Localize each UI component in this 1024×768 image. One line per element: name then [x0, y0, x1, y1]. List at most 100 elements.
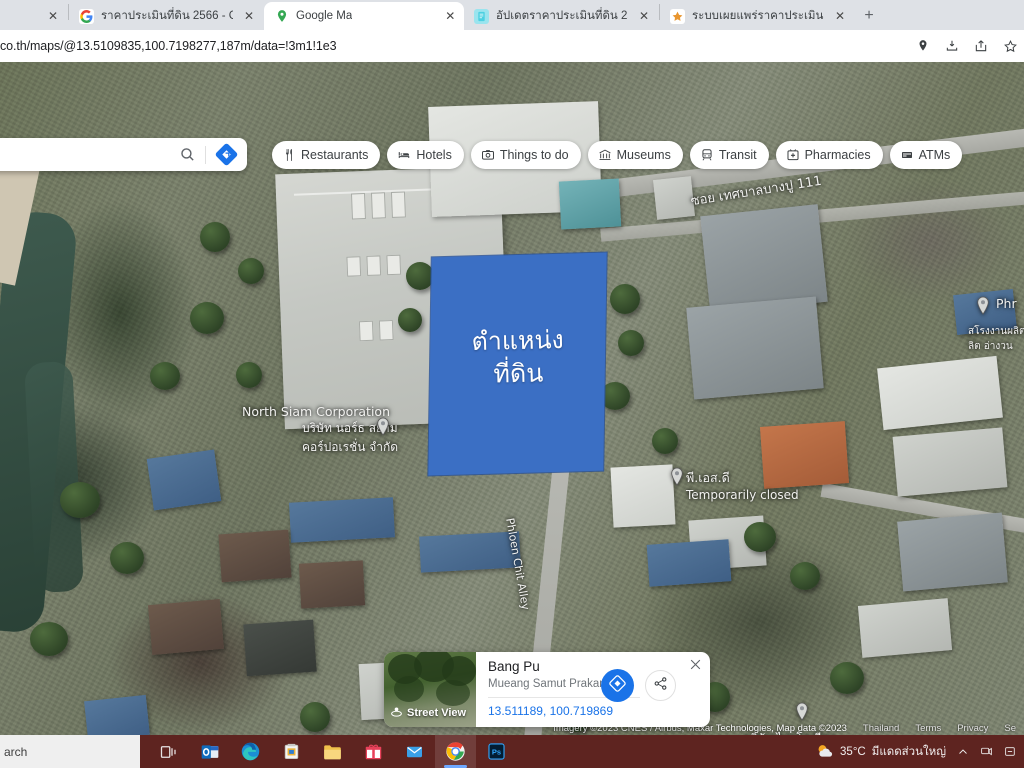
tab-close-icon[interactable]: ✕ [242, 9, 256, 23]
attribution-link-privacy[interactable]: Privacy [957, 723, 988, 734]
browser-tab-title: ราคาประเมินที่ดิน 2566 - Google Se [101, 10, 233, 22]
street-view-icon [390, 705, 403, 721]
browser-tab-3-active[interactable]: Google Maps ✕ [264, 2, 464, 30]
roof-vent [350, 192, 366, 220]
attribution-link-country[interactable]: Thailand [863, 723, 899, 734]
building-blue-roof-right [646, 539, 732, 587]
poi-name: North Siam Corporation [242, 404, 390, 419]
map-pin-icon[interactable] [670, 467, 684, 486]
map-pin-icon[interactable] [976, 296, 990, 315]
taskbar-search-box[interactable]: arch [0, 735, 140, 768]
atm-icon [900, 149, 914, 161]
chip-hotels[interactable]: Hotels [387, 141, 464, 169]
edge-icon[interactable] [230, 735, 271, 768]
browser-tab-title: อัปเดตราคาประเมินที่ดิน 2566 ราคาที่ [496, 10, 628, 22]
chip-pharmacies[interactable]: Pharmacies [775, 141, 883, 169]
tab-close-icon[interactable]: ✕ [445, 9, 456, 23]
thumb-foliage [394, 676, 424, 702]
chip-museums[interactable]: Museums [587, 141, 683, 169]
tree [830, 662, 864, 694]
browser-tab-1[interactable]: ✕ [40, 2, 68, 30]
browser-tab-2[interactable]: ราคาประเมินที่ดิน 2566 - Google Se ✕ [69, 2, 264, 30]
orange-site-icon [670, 8, 685, 24]
browser-tab-strip: ✕ ราคาประเมินที่ดิน 2566 - Google Se ✕ G… [0, 0, 1024, 30]
transit-icon [700, 148, 714, 162]
chip-atms[interactable]: ATMs [889, 141, 963, 169]
poi-status: Temporarily closed [686, 488, 799, 502]
building-blue-roof-left [146, 449, 222, 511]
windows-taskbar: arch Ps 35°C มีแดดส่วนใหญ่ [0, 735, 1024, 768]
chrome-icon[interactable] [435, 735, 476, 768]
omnibox-icon-group [915, 38, 1024, 54]
tab-close-icon[interactable]: ✕ [637, 9, 651, 23]
place-info-body: Bang Pu Mueang Samut Prakan ... 13.51118… [476, 652, 710, 727]
gift-app-icon[interactable] [353, 735, 394, 768]
attribution-link-terms[interactable]: Terms [915, 723, 941, 734]
store-icon[interactable] [271, 735, 312, 768]
building-right-far-1 [877, 355, 1003, 431]
building-grey-right-3 [653, 176, 695, 220]
poi-label-north-siam: North Siam Corporation บริษัท นอร์ธ สยาม… [242, 404, 398, 457]
tree [110, 542, 144, 574]
tree [238, 258, 264, 284]
chip-restaurants[interactable]: Restaurants [272, 141, 381, 169]
building-brown-2 [298, 560, 366, 609]
file-explorer-icon[interactable] [312, 735, 353, 768]
building-blue-roof-mid [289, 497, 395, 543]
chip-label: Pharmacies [804, 148, 871, 162]
tree [610, 284, 640, 314]
building-teal-roof [558, 178, 622, 230]
search-icon[interactable] [176, 146, 198, 163]
close-icon[interactable] [689, 658, 702, 674]
new-tab-button[interactable]: + [855, 2, 883, 30]
share-icon[interactable] [973, 38, 989, 54]
chip-transit[interactable]: Transit [689, 141, 769, 169]
outlook-icon[interactable] [189, 735, 230, 768]
network-icon[interactable] [979, 744, 994, 759]
directions-icon [608, 674, 627, 698]
tab-close-icon[interactable]: ✕ [833, 9, 847, 23]
browser-tab-4[interactable]: อัปเดตราคาประเมินที่ดิน 2566 ราคาที่ ✕ [464, 2, 659, 30]
place-info-card[interactable]: Street View Bang Pu Mueang Samut Prakan … [384, 652, 710, 727]
search-divider [205, 145, 206, 164]
hotel-icon [397, 148, 411, 162]
street-view-thumbnail[interactable]: Street View [384, 652, 476, 727]
svg-text:Ps: Ps [492, 748, 501, 757]
roof-vent [358, 320, 374, 342]
chip-label: Museums [616, 148, 671, 162]
attribution-link-send-feedback[interactable]: Se [1004, 723, 1016, 734]
bookmark-star-icon[interactable] [1002, 38, 1018, 54]
directions-button[interactable] [601, 669, 634, 702]
photoshop-icon[interactable]: Ps [476, 735, 517, 768]
location-pin-icon[interactable] [915, 38, 931, 54]
chip-things-to-do[interactable]: Things to do [470, 141, 581, 169]
mail-icon[interactable] [394, 735, 435, 768]
sun-cloud-icon [815, 742, 834, 761]
taskbar-icon-group: Ps [148, 735, 517, 768]
tab-close-icon[interactable]: ✕ [46, 9, 60, 23]
poi-name: พี.เอส.ดี [686, 470, 730, 485]
street-view-label-group: Street View [390, 705, 466, 721]
task-view-icon[interactable] [148, 735, 189, 768]
volume-icon[interactable] [1003, 744, 1018, 759]
land-position-polygon[interactable] [428, 252, 607, 476]
google-maps-icon [274, 8, 289, 24]
building-right-far-3 [897, 512, 1008, 592]
browser-tab-title: ระบบเผยแพร่ราคาประเมิน - กรมธนาร [692, 10, 824, 22]
restaurant-icon [282, 148, 296, 162]
map-pin-icon[interactable] [795, 702, 809, 721]
weather-widget[interactable]: 35°C มีแดดส่วนใหญ่ [815, 742, 946, 761]
search-input[interactable]: e Maps [0, 147, 176, 162]
map-pin-icon[interactable] [376, 417, 390, 436]
taskbar-system-tray: 35°C มีแดดส่วนใหญ่ [815, 742, 1024, 761]
map-canvas[interactable]: ตำแหน่ง ที่ดิน ซอย เทศบาลบางปู 111 Phloe… [0, 62, 1024, 735]
install-app-icon[interactable] [944, 38, 960, 54]
chip-label: ATMs [918, 148, 951, 162]
browser-tab-5[interactable]: ระบบเผยแพร่ราคาประเมิน - กรมธนาร ✕ [660, 2, 855, 30]
directions-icon[interactable] [213, 142, 239, 168]
maps-search-box[interactable]: e Maps [0, 138, 247, 171]
chevron-up-icon[interactable] [955, 744, 970, 759]
url-input[interactable]: co.th/maps/@13.5109835,100.7198277,187m/… [0, 39, 915, 53]
share-button[interactable] [645, 670, 676, 701]
place-coordinates[interactable]: 13.511189, 100.719869 [488, 704, 700, 718]
